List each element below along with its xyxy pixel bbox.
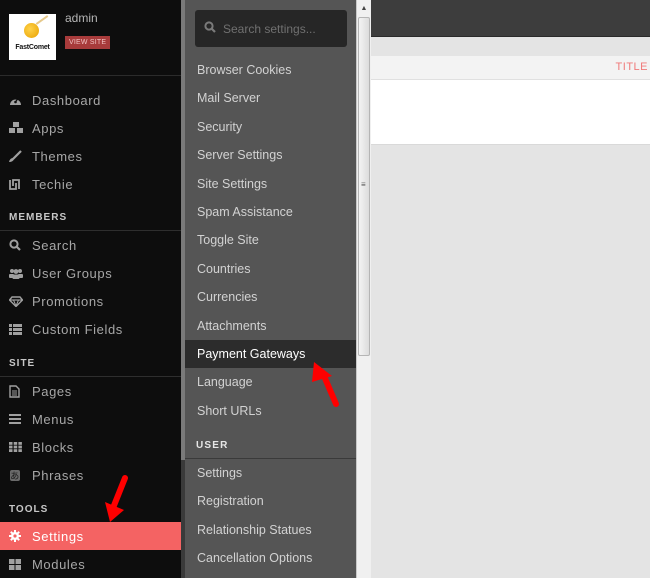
sidebar-item-label: Promotions [32,293,104,309]
settings-item-mail-server[interactable]: Mail Server [185,84,356,112]
sidebar-item-label: User Groups [32,265,113,281]
sidebar-item-dashboard[interactable]: Dashboard [0,86,181,114]
section-label-members: MEMBERS [9,212,68,223]
search-icon [0,239,32,251]
grid-icon [0,442,32,452]
table-body [371,80,650,145]
sidebar-item-label: Settings [32,528,84,544]
menu-icon [0,414,32,424]
file-icon [0,384,32,398]
sidebar-item-label: Custom Fields [32,321,123,337]
profile-block: FastComet admin VIEW SITE [0,0,181,76]
sidebar-item-settings[interactable]: Settings [0,522,181,550]
sidebar-item-search[interactable]: Search [0,231,181,259]
cubes-icon [0,122,32,134]
comet-tail [35,15,49,25]
section-label-tools: TOOLS [9,504,49,515]
sidebar-item-user-groups[interactable]: User Groups [0,259,181,287]
sidebar-item-label: Phrases [32,467,84,483]
settings-item-toggle-site[interactable]: Toggle Site [185,226,356,254]
settings-panel: Browser Cookies Mail Server Security Ser… [185,0,356,578]
sidebar-item-label: Techie [32,176,74,192]
settings-panel-scrollbar[interactable]: ▲ ≡ [356,0,371,578]
settings-item-countries[interactable]: Countries [185,255,356,283]
settings-item-spam-assistance[interactable]: Spam Assistance [185,198,356,226]
scrollbar-grip-icon: ≡ [361,180,366,189]
logo-text: FastComet [15,44,50,51]
sidebar-item-label: Pages [32,383,72,399]
sidebar-item-apps[interactable]: Apps [0,114,181,142]
sidebar-item-modules[interactable]: Modules [0,550,181,578]
techie-icon [0,178,32,190]
dashboard-icon [0,95,32,106]
sidebar-item-label: Themes [32,148,83,164]
svg-text:あ: あ [10,471,20,482]
site-logo[interactable]: FastComet [9,14,56,60]
gear-icon [0,530,32,542]
sidebar-item-techie[interactable]: Techie [0,170,181,198]
sidebar-item-label: Menus [32,411,75,427]
brush-icon [0,150,32,162]
table-header: TITLE [371,56,650,80]
settings-section-user: USER [196,440,229,451]
settings-item-attachments[interactable]: Attachments [185,312,356,340]
sidebar-item-custom-fields[interactable]: Custom Fields [0,315,181,343]
settings-item-user-settings[interactable]: Settings [185,459,356,487]
sidebar-item-label: Search [32,237,77,253]
sidebar-item-label: Modules [32,556,86,572]
view-site-button[interactable]: VIEW SITE [65,36,111,49]
settings-item-payment-gateways[interactable]: Payment Gateways [185,340,356,368]
phrases-icon: あ [0,469,32,482]
top-bar [371,0,650,37]
sidebar-item-promotions[interactable]: Promotions [0,287,181,315]
settings-search[interactable] [195,10,347,47]
settings-item-registration[interactable]: Registration [185,487,356,515]
settings-item-server-settings[interactable]: Server Settings [185,141,356,169]
diamond-icon [0,295,32,307]
settings-search-input[interactable] [223,21,343,36]
main-content: TITLE [371,0,650,578]
sidebar-item-label: Blocks [32,439,74,455]
modules-icon [0,558,32,570]
column-header-title[interactable]: TITLE [616,61,648,73]
search-icon [195,21,223,36]
settings-item-relationship-statues[interactable]: Relationship Statues [185,516,356,544]
sidebar-item-menus[interactable]: Menus [0,405,181,433]
settings-item-short-urls[interactable]: Short URLs [185,397,356,425]
settings-item-security[interactable]: Security [185,113,356,141]
settings-item-site-settings[interactable]: Site Settings [185,170,356,198]
sidebar-item-pages[interactable]: Pages [0,377,181,405]
settings-item-cancellation-options[interactable]: Cancellation Options [185,544,356,572]
settings-panel-scrollbar-thumb[interactable]: ≡ [358,17,370,356]
users-icon [0,268,32,279]
settings-item-currencies[interactable]: Currencies [185,283,356,311]
sidebar-item-themes[interactable]: Themes [0,142,181,170]
sidebar-item-blocks[interactable]: Blocks [0,433,181,461]
sidebar-item-phrases[interactable]: あ Phrases [0,461,181,489]
content-strip [371,38,650,56]
sidebar-item-label: Dashboard [32,92,101,108]
settings-item-browser-cookies[interactable]: Browser Cookies [185,56,356,84]
sidebar: FastComet admin VIEW SITE Dashboard Apps… [0,0,181,578]
list-icon [0,323,32,335]
admin-page: FastComet admin VIEW SITE Dashboard Apps… [0,0,650,578]
sidebar-item-label: Apps [32,120,65,136]
scroll-up-arrow-icon[interactable]: ▲ [357,0,371,16]
username[interactable]: admin [65,11,98,25]
section-label-site: SITE [9,358,36,369]
comet-icon [24,23,39,38]
settings-item-language[interactable]: Language [185,368,356,396]
